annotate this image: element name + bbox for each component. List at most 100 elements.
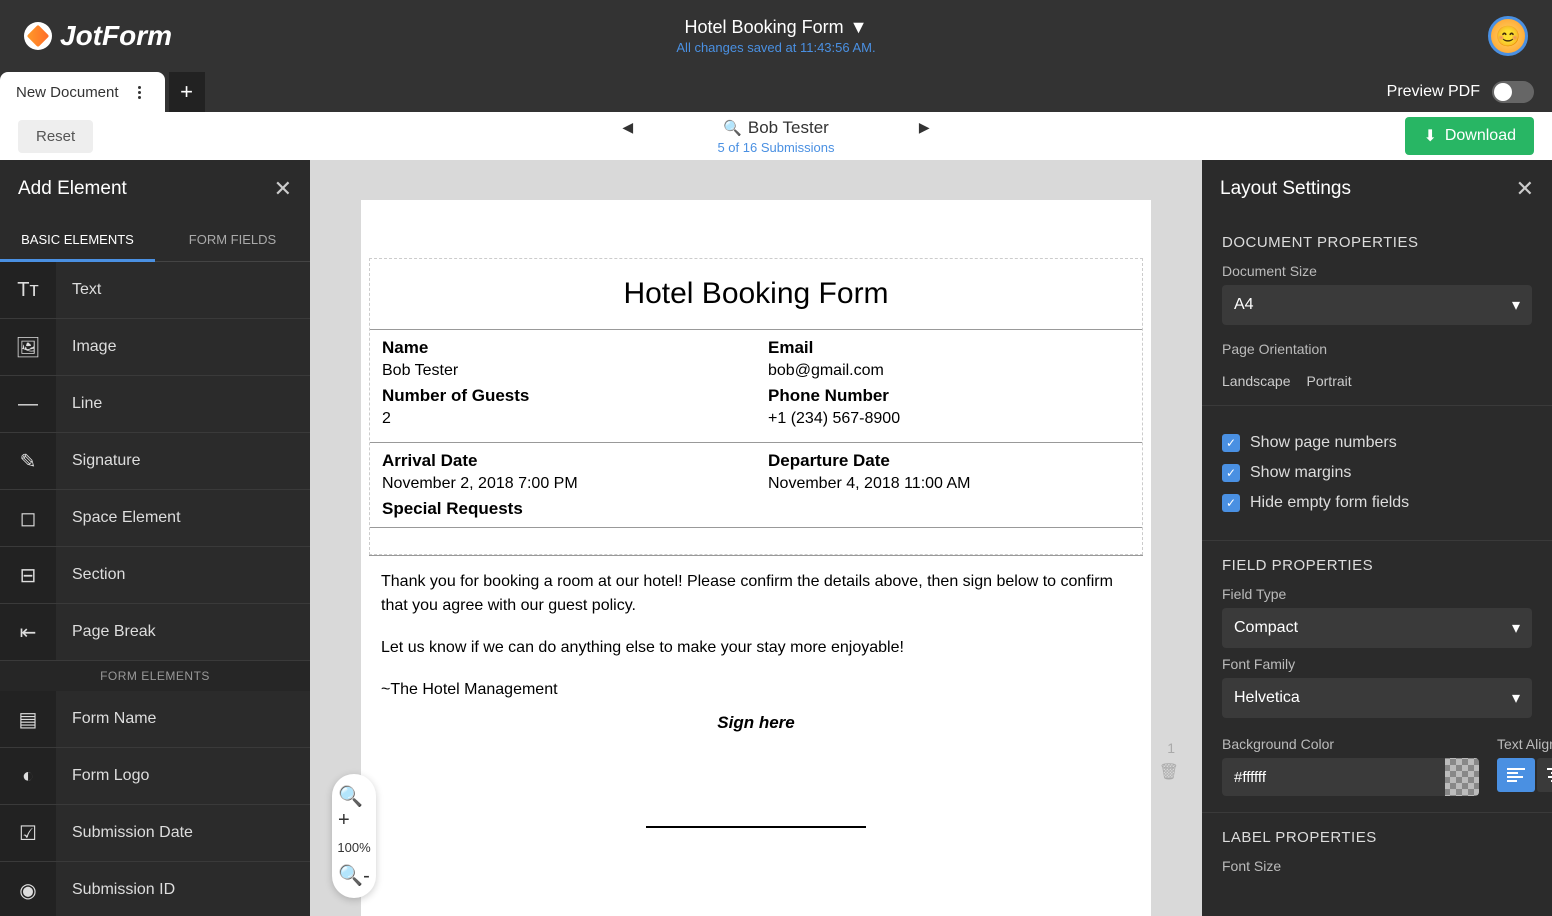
prev-submission-icon[interactable]: ◀ [622, 119, 633, 136]
element-page-break[interactable]: ⇤Page Break [0, 604, 310, 661]
element-section[interactable]: ⊟Section [0, 547, 310, 604]
message-p1: Thank you for booking a room at our hote… [381, 570, 1131, 618]
download-icon: ⬇ [1423, 126, 1436, 146]
add-tab-button[interactable]: + [169, 72, 205, 112]
field-phone-value: +1 (234) 567-8900 [768, 410, 1130, 428]
submission-nav: ◀ 🔍 Bob Tester ▶ 5 of 16 Submissions [622, 118, 929, 155]
form-elements-header: FORM ELEMENTS [0, 661, 310, 691]
field-arrival-value: November 2, 2018 7:00 PM [382, 475, 744, 493]
element-text[interactable]: TᴛText [0, 262, 310, 319]
date-icon: ☑ [0, 805, 56, 861]
orientation-portrait[interactable]: Portrait [1307, 373, 1352, 389]
element-submission-date[interactable]: ☑Submission Date [0, 805, 310, 862]
chevron-down-icon: ▾ [1512, 618, 1520, 638]
left-panel-title: Add Element [18, 178, 127, 200]
form-title-text: Hotel Booking Form [685, 17, 844, 38]
doc-title[interactable]: Hotel Booking Form [370, 259, 1142, 330]
font-size-label: Font Size [1222, 858, 1532, 874]
text-align-label: Text Alignment [1497, 736, 1552, 752]
formname-icon: ▤ [0, 691, 56, 747]
bg-color-input-wrap [1222, 758, 1479, 796]
element-image[interactable]: 🖼Image [0, 319, 310, 376]
element-signature[interactable]: ✎Signature [0, 433, 310, 490]
chevron-down-icon: ▾ [1512, 688, 1520, 708]
zoom-out-icon[interactable]: 🔍- [338, 863, 370, 888]
message-p3: ~The Hotel Management [381, 678, 1131, 702]
checkbox-page-numbers[interactable]: ✓ [1222, 434, 1240, 452]
toolbar: Reset ◀ 🔍 Bob Tester ▶ 5 of 16 Submissio… [0, 112, 1552, 160]
header-center: Hotel Booking Form ▼ All changes saved a… [676, 17, 875, 55]
label-margins: Show margins [1250, 464, 1351, 482]
label-properties-header: LABEL PROPERTIES [1222, 829, 1532, 846]
save-status: All changes saved at 11:43:56 AM. [676, 40, 875, 55]
tab-menu-icon[interactable] [131, 86, 149, 99]
logo[interactable]: JotForm [24, 20, 172, 52]
signature-line[interactable] [646, 826, 866, 828]
align-center-button[interactable] [1537, 758, 1552, 792]
document-page[interactable]: Hotel Booking Form Name Bob Tester Numbe… [361, 200, 1151, 916]
element-form-name[interactable]: ▤Form Name [0, 691, 310, 748]
right-panel-title: Layout Settings [1220, 178, 1351, 200]
document-tab[interactable]: New Document [0, 72, 165, 112]
close-right-panel-icon[interactable]: ✕ [1516, 176, 1534, 202]
font-family-select[interactable]: Helvetica ▾ [1222, 678, 1532, 718]
sign-here-label: Sign here [381, 710, 1131, 736]
close-left-panel-icon[interactable]: ✕ [274, 176, 292, 202]
zoom-percent: 100% [337, 840, 370, 855]
preview-pdf-toggle[interactable] [1492, 81, 1534, 103]
tab-basic-elements[interactable]: BASIC ELEMENTS [0, 218, 155, 261]
element-line[interactable]: —Line [0, 376, 310, 433]
bg-color-input[interactable] [1222, 759, 1445, 796]
element-space[interactable]: ◻Space Element [0, 490, 310, 547]
field-phone-label: Phone Number [768, 386, 1130, 406]
doc-size-label: Document Size [1222, 263, 1532, 279]
align-left-button[interactable] [1497, 758, 1535, 792]
orientation-landscape[interactable]: Landscape [1222, 373, 1291, 389]
reset-button[interactable]: Reset [18, 120, 93, 153]
signature-icon: ✎ [0, 433, 56, 489]
chevron-down-icon: ▾ [1512, 295, 1520, 315]
doc-size-select[interactable]: A4 ▾ [1222, 285, 1532, 325]
submission-search[interactable]: 🔍 Bob Tester [723, 118, 829, 138]
logo-text: JotForm [60, 20, 172, 52]
download-label: Download [1445, 127, 1516, 145]
space-icon: ◻ [0, 490, 56, 546]
avatar[interactable]: 😊 [1488, 16, 1528, 56]
preview-pdf-label: Preview PDF [1387, 83, 1480, 101]
element-submission-id[interactable]: ◉Submission ID [0, 862, 310, 916]
next-submission-icon[interactable]: ▶ [919, 119, 930, 136]
tab-bar: New Document + Preview PDF [0, 72, 1552, 112]
checkbox-hide-empty[interactable]: ✓ [1222, 494, 1240, 512]
label-hide-empty: Hide empty form fields [1250, 494, 1409, 512]
message-p2: Let us know if we can do anything else t… [381, 636, 1131, 660]
basic-elements-list: TᴛText 🖼Image —Line ✎Signature ◻Space El… [0, 262, 310, 661]
zoom-controls: 🔍+ 100% 🔍- [332, 774, 376, 898]
app-header: JotForm Hotel Booking Form ▼ All changes… [0, 0, 1552, 72]
field-name-value: Bob Tester [382, 362, 744, 380]
field-guests-value: 2 [382, 410, 744, 428]
layout-settings-panel: Layout Settings ✕ DOCUMENT PROPERTIES Do… [1202, 160, 1552, 916]
tab-label: New Document [16, 84, 119, 101]
form-title-dropdown[interactable]: Hotel Booking Form ▼ [676, 17, 875, 38]
field-guests-label: Number of Guests [382, 386, 744, 406]
bg-color-label: Background Color [1222, 736, 1479, 752]
canvas[interactable]: Hotel Booking Form Name Bob Tester Numbe… [310, 160, 1202, 916]
image-icon: 🖼 [0, 319, 56, 375]
delete-page-icon[interactable]: 🗑 [1159, 762, 1179, 782]
download-button[interactable]: ⬇ Download [1405, 117, 1534, 155]
element-form-logo[interactable]: ◐Form Logo [0, 748, 310, 805]
checkbox-margins[interactable]: ✓ [1222, 464, 1240, 482]
tester-name: Bob Tester [748, 118, 829, 138]
page-number: 1 [1167, 740, 1175, 756]
field-name-label: Name [382, 338, 744, 358]
doc-properties-header: DOCUMENT PROPERTIES [1222, 234, 1532, 251]
field-email-label: Email [768, 338, 1130, 358]
field-email-value: bob@gmail.com [768, 362, 1130, 380]
tab-form-fields[interactable]: FORM FIELDS [155, 218, 310, 261]
bg-color-swatch[interactable] [1445, 758, 1479, 796]
add-element-panel: Add Element ✕ BASIC ELEMENTS FORM FIELDS… [0, 160, 310, 916]
field-type-label: Field Type [1222, 586, 1532, 602]
field-type-select[interactable]: Compact ▾ [1222, 608, 1532, 648]
zoom-in-icon[interactable]: 🔍+ [338, 784, 370, 832]
field-special-label: Special Requests [382, 499, 744, 519]
